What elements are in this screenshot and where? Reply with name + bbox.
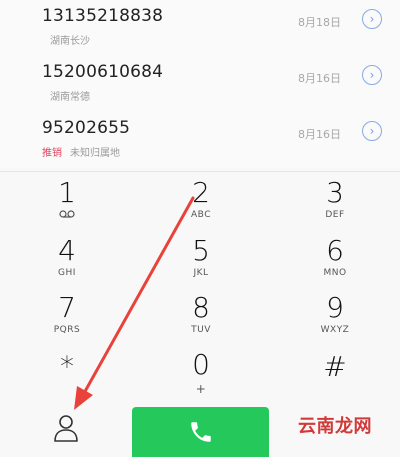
key-letters: JKL bbox=[193, 268, 209, 278]
key-digit: 4 bbox=[58, 234, 76, 267]
key-8[interactable]: 8 TUV bbox=[161, 293, 241, 351]
key-digit: 9 bbox=[326, 291, 344, 324]
chevron-right-icon: › bbox=[369, 68, 375, 82]
key-digit: 2 bbox=[192, 176, 210, 209]
key-letters: MNO bbox=[323, 268, 347, 278]
call-date: 8月18日 bbox=[298, 16, 341, 29]
key-5[interactable]: 5 JKL bbox=[161, 236, 241, 294]
key-7[interactable]: 7 PQRS bbox=[27, 293, 107, 351]
key-digit: 0 bbox=[192, 348, 210, 381]
call-number: 15200610684 bbox=[42, 62, 164, 82]
watermark-logo: 云南龙网 bbox=[298, 416, 372, 437]
chevron-right-icon: › bbox=[369, 12, 375, 26]
key-letters: TUV bbox=[191, 325, 211, 335]
voicemail-icon bbox=[27, 210, 107, 222]
call-button[interactable] bbox=[132, 407, 269, 457]
call-location: 湖南长沙 bbox=[42, 32, 90, 47]
key-letters: + bbox=[195, 382, 207, 396]
keypad-divider bbox=[0, 171, 400, 172]
call-location: 推销 未知归属地 bbox=[42, 144, 120, 159]
key-letters bbox=[295, 384, 375, 396]
key-4[interactable]: 4 GHI bbox=[27, 236, 107, 294]
key-letters: DEF bbox=[325, 210, 345, 220]
call-info-button[interactable]: › bbox=[362, 65, 382, 85]
call-tag: 推销 bbox=[42, 148, 62, 159]
key-letters: WXYZ bbox=[320, 325, 350, 335]
call-location-text: 湖南常德 bbox=[50, 92, 90, 103]
call-number: 13135218838 bbox=[42, 6, 164, 26]
call-info-button[interactable]: › bbox=[362, 121, 382, 141]
call-location-text: 湖南长沙 bbox=[50, 36, 90, 47]
call-date: 8月16日 bbox=[298, 128, 341, 141]
call-number: 95202655 bbox=[42, 118, 131, 138]
key-digit: 3 bbox=[326, 176, 344, 209]
key-2[interactable]: 2 ABC bbox=[161, 178, 241, 236]
call-location: 湖南常德 bbox=[42, 88, 90, 103]
person-icon bbox=[54, 415, 78, 442]
dialer-screen: 13135218838 湖南长沙 8月18日 › 15200610684 湖南常… bbox=[0, 0, 400, 457]
key-letters: ABC bbox=[191, 210, 211, 220]
key-digit: # bbox=[323, 350, 347, 383]
call-log-item[interactable]: 13135218838 湖南长沙 8月18日 › bbox=[0, 0, 400, 56]
key-letters: PQRS bbox=[53, 325, 81, 335]
key-digit: 6 bbox=[326, 234, 344, 267]
key-0[interactable]: 0 + bbox=[161, 350, 241, 408]
contacts-button[interactable] bbox=[52, 412, 80, 444]
key-letters bbox=[27, 384, 107, 396]
call-log-list: 13135218838 湖南长沙 8月18日 › 15200610684 湖南常… bbox=[0, 0, 400, 168]
call-log-item[interactable]: 95202655 推销 未知归属地 8月16日 › bbox=[0, 112, 400, 168]
chevron-right-icon: › bbox=[369, 124, 375, 138]
key-star[interactable]: * bbox=[27, 352, 107, 410]
key-digit: 5 bbox=[192, 234, 210, 267]
call-location-text: 未知归属地 bbox=[70, 148, 120, 159]
key-hash[interactable]: # bbox=[295, 352, 375, 410]
key-digit: * bbox=[60, 350, 74, 383]
key-digit: 7 bbox=[58, 291, 76, 324]
key-letters: GHI bbox=[58, 268, 76, 278]
key-digit: 8 bbox=[192, 291, 210, 324]
call-log-item[interactable]: 15200610684 湖南常德 8月16日 › bbox=[0, 56, 400, 112]
key-6[interactable]: 6 MNO bbox=[295, 236, 375, 294]
call-info-button[interactable]: › bbox=[362, 9, 382, 29]
key-3[interactable]: 3 DEF bbox=[295, 178, 375, 236]
call-date: 8月16日 bbox=[298, 72, 341, 85]
key-9[interactable]: 9 WXYZ bbox=[295, 293, 375, 351]
key-digit: 1 bbox=[58, 176, 76, 209]
phone-handset-icon bbox=[190, 422, 211, 442]
key-1[interactable]: 1 bbox=[27, 178, 107, 236]
